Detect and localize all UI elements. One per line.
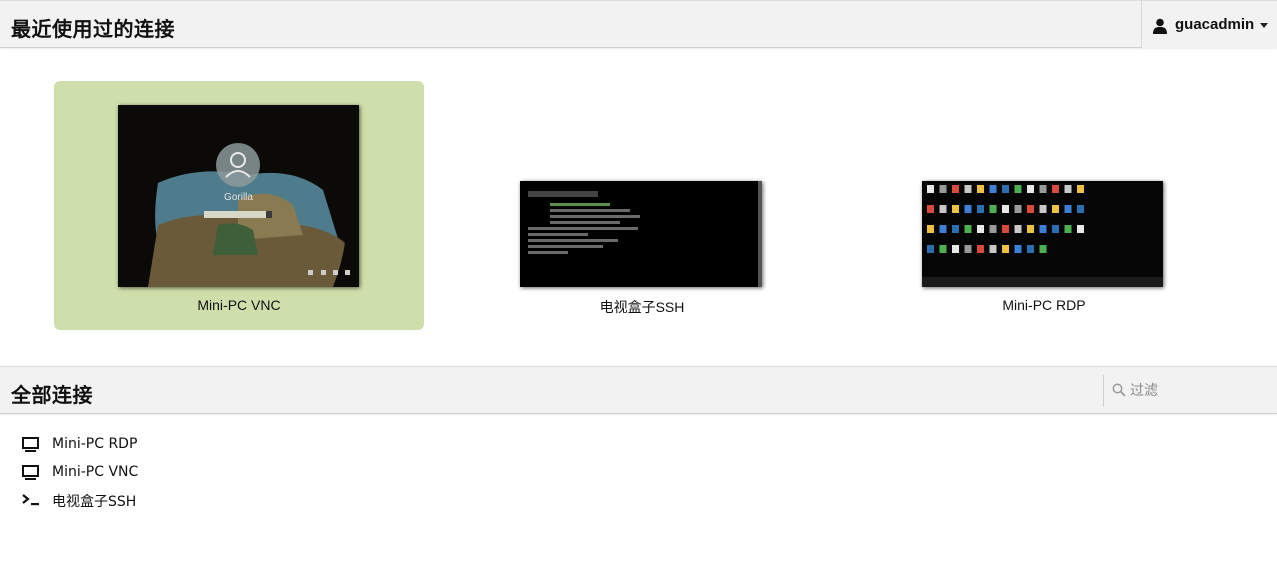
recent-connections-header: 最近使用过的连接 guacadmin — [0, 0, 1277, 49]
all-connections-list: Mini-PC RDP Mini-PC VNC 电视盒子SSH — [22, 434, 322, 517]
chevron-down-icon — [1260, 23, 1268, 28]
terminal-icon — [22, 494, 39, 506]
connection-label: Mini-PC VNC — [52, 463, 139, 480]
connection-item-mini-pc-vnc[interactable]: Mini-PC VNC — [22, 462, 322, 490]
connection-label: 电视盒子SSH — [52, 494, 137, 510]
recent-connection-ssh[interactable]: 电视盒子SSH — [457, 81, 827, 330]
user-name: guacadmin — [1175, 16, 1255, 33]
recent-connections-list: Gorilla Mini-PC VNC 电视盒子SSH Mini-PC RDP — [0, 48, 1277, 366]
recent-connection-mini-pc-rdp[interactable]: Mini-PC RDP — [859, 81, 1229, 330]
connection-thumbnail — [922, 181, 1163, 287]
monitor-icon — [22, 464, 39, 480]
connection-item-mini-pc-rdp[interactable]: Mini-PC RDP — [22, 434, 322, 462]
connection-thumbnail: Gorilla — [118, 105, 359, 287]
connection-item-ssh[interactable]: 电视盒子SSH — [22, 489, 322, 517]
user-icon — [1153, 18, 1167, 34]
all-connections-title: 全部连接 — [11, 383, 93, 407]
recent-connection-mini-pc-vnc[interactable]: Gorilla Mini-PC VNC — [54, 81, 424, 330]
all-connections-header: 全部连接 — [0, 366, 1277, 414]
recent-connection-label: Mini-PC VNC — [197, 297, 281, 313]
filter-input[interactable] — [1130, 381, 1270, 401]
search-icon — [1112, 383, 1126, 397]
user-menu-button[interactable]: guacadmin — [1141, 1, 1277, 49]
recent-connection-label: Mini-PC RDP — [1002, 297, 1086, 313]
connection-thumbnail — [520, 181, 762, 287]
recent-connections-title: 最近使用过的连接 — [11, 17, 175, 41]
desktop-preview — [922, 181, 1163, 287]
recent-connection-label: 电视盒子SSH — [599, 299, 685, 315]
filter-field[interactable] — [1103, 375, 1277, 407]
connection-label: Mini-PC RDP — [52, 436, 138, 452]
monitor-icon — [22, 437, 39, 452]
preview-user-name: Gorilla — [224, 192, 253, 203]
terminal-preview — [520, 181, 762, 287]
